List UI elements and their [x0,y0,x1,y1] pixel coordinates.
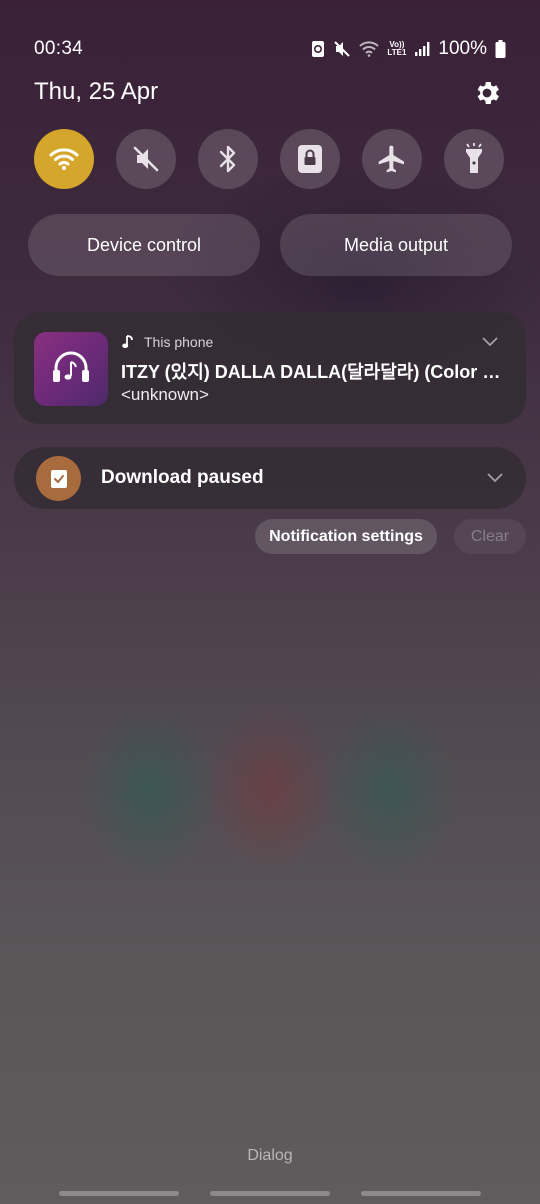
media-title: ITZY (있지) DALLA DALLA(달라달라) (Color Coded… [121,362,513,382]
background-app-label: Dialog [247,1147,293,1164]
bluetooth-icon [219,145,236,173]
flashlight-toggle[interactable] [444,129,504,189]
volte-lte-icon: Vo)) LTE1 [387,40,407,57]
sound-toggle[interactable] [116,129,176,189]
date-label: Thu, 25 Apr [34,78,159,105]
wifi-icon [49,148,79,170]
notification-text: Download paused [101,467,264,488]
notification-download-paused[interactable]: Download paused [14,447,526,509]
chevron-down-icon[interactable] [487,473,503,483]
flashlight-icon [466,143,482,173]
portrait-lock-toggle[interactable] [280,129,340,189]
bluetooth-toggle[interactable] [198,129,258,189]
download-paused-icon [36,456,81,501]
nav-bar-back[interactable] [361,1191,481,1196]
airplane-icon [378,145,404,173]
device-control-button[interactable]: Device control [28,214,260,276]
wifi-toggle[interactable] [34,129,94,189]
music-note-icon [122,335,133,349]
wifi-icon [359,41,380,57]
album-art [34,332,108,406]
status-icons: Vo)) LTE1 100% [311,38,506,60]
media-source: This phone [122,334,213,350]
clear-button[interactable]: Clear [454,519,526,554]
media-player-card[interactable]: This phone ITZY (있지) DALLA DALLA(달라달라) (… [14,312,526,424]
signal-icon [415,42,430,56]
notification-settings-button[interactable]: Notification settings [255,519,437,554]
airplane-mode-toggle[interactable] [362,129,422,189]
mute-icon [334,41,351,57]
nav-bar-home[interactable] [210,1191,330,1196]
status-time: 00:34 [34,38,84,59]
headphones-music-icon [53,351,89,382]
nav-bar-recents[interactable] [59,1191,179,1196]
media-output-button[interactable]: Media output [280,214,512,276]
document-check-icon [50,469,67,488]
battery-percent: 100% [438,38,487,59]
chevron-down-icon[interactable] [482,337,498,347]
quick-settings-row [34,129,506,189]
media-source-label: This phone [144,334,214,350]
mute-icon [133,146,159,172]
media-artist: <unknown> [121,385,209,404]
lock-icon [298,145,322,173]
android-debug-icon [312,41,325,57]
battery-icon [495,40,506,58]
settings-gear-icon[interactable] [472,78,502,108]
